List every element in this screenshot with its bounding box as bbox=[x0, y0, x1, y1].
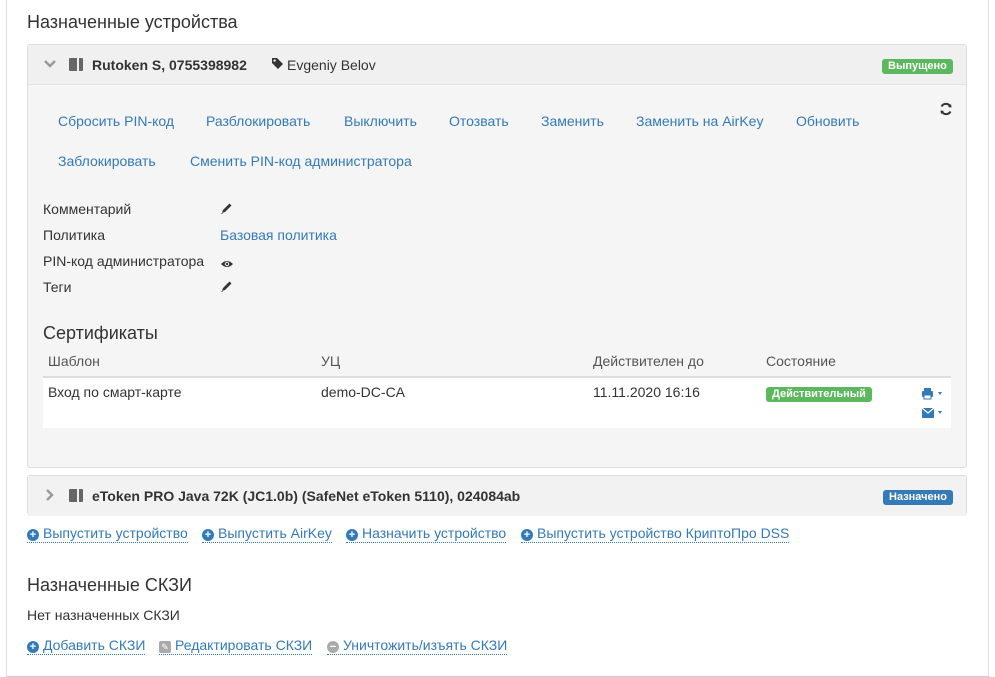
issue-device-label: Выпустить устройство bbox=[43, 525, 188, 541]
revoke-link[interactable]: Отозвать bbox=[449, 113, 509, 129]
destroy-skzi-label: Уничтожить/изъять СКЗИ bbox=[343, 637, 508, 653]
reset-pin-link[interactable]: Сбросить PIN-код bbox=[58, 113, 174, 129]
unblock-link[interactable]: Разблокировать bbox=[206, 113, 310, 129]
plus-icon: + bbox=[521, 529, 533, 541]
destroy-skzi-link[interactable]: − Уничтожить/изъять СКЗИ bbox=[327, 637, 508, 655]
tag-icon bbox=[271, 57, 284, 73]
envelope-icon[interactable] bbox=[921, 407, 947, 422]
update-link[interactable]: Обновить bbox=[796, 113, 859, 129]
column-header-state: Состояние bbox=[766, 353, 836, 369]
add-skzi-label: Добавить СКЗИ bbox=[43, 637, 146, 653]
plus-icon: + bbox=[346, 529, 358, 541]
minus-icon: − bbox=[327, 641, 339, 653]
device-icon bbox=[69, 58, 83, 71]
issue-airkey-link[interactable]: + Выпустить AirKey bbox=[202, 525, 332, 543]
assigned-skzi-title: Назначенные СКЗИ bbox=[27, 575, 192, 595]
device-name: Rutoken S, 0755398982 bbox=[92, 57, 247, 73]
change-admin-pin-link[interactable]: Сменить PIN-код администратора bbox=[190, 153, 412, 169]
device-owner: Evgeniy Belov bbox=[287, 57, 376, 73]
add-skzi-link[interactable]: + Добавить СКЗИ bbox=[27, 637, 146, 655]
plus-icon: + bbox=[27, 529, 39, 541]
certificates-title: Сертификаты bbox=[43, 323, 158, 343]
plus-icon: + bbox=[27, 641, 39, 653]
policy-link[interactable]: Базовая политика bbox=[220, 227, 337, 243]
plus-icon: + bbox=[202, 529, 214, 541]
issue-cryptopro-dss-label: Выпустить устройство КриптоПро DSS bbox=[537, 525, 790, 541]
cert-ca: demo-DC-CA bbox=[321, 384, 406, 400]
chevron-down-icon[interactable] bbox=[43, 57, 57, 74]
edit-skzi-label: Редактировать СКЗИ bbox=[175, 637, 313, 653]
edit-skzi-link[interactable]: ✎ Редактировать СКЗИ bbox=[159, 637, 313, 655]
cert-template: Вход по смарт-карте bbox=[48, 384, 182, 400]
assign-device-link[interactable]: + Назначить устройство bbox=[346, 525, 507, 543]
column-header-template: Шаблон bbox=[48, 353, 100, 369]
replace-link[interactable]: Заменить bbox=[541, 113, 604, 129]
device-panel-header[interactable]: eToken PRO Java 72K (JC1.0b) (SafeNet eT… bbox=[28, 476, 966, 516]
device-panel-etoken: eToken PRO Java 72K (JC1.0b) (SafeNet eT… bbox=[27, 475, 967, 516]
chevron-right-icon[interactable] bbox=[43, 488, 57, 505]
policy-label: Политика bbox=[43, 227, 105, 243]
pencil-icon[interactable] bbox=[220, 202, 233, 218]
table-row: Вход по смарт-карте demo-DC-CA 11.11.202… bbox=[43, 378, 951, 428]
issue-device-link[interactable]: + Выпустить устройство bbox=[27, 525, 188, 543]
assigned-devices-title: Назначенные устройства bbox=[27, 12, 238, 32]
status-badge: Назначено bbox=[883, 490, 954, 505]
disable-link[interactable]: Выключить bbox=[344, 113, 417, 129]
print-icon[interactable] bbox=[921, 387, 947, 403]
no-skzi-text: Нет назначенных СКЗИ bbox=[27, 607, 180, 623]
device-name: eToken PRO Java 72K (JC1.0b) (SafeNet eT… bbox=[92, 488, 521, 504]
cert-valid-until: 11.11.2020 16:16 bbox=[593, 384, 700, 400]
comment-label: Комментарий bbox=[43, 201, 132, 217]
device-panel-rutoken: Rutoken S, 0755398982 Evgeniy Belov Выпу… bbox=[27, 44, 967, 468]
admin-pin-label: PIN-код администратора bbox=[43, 253, 205, 269]
replace-airkey-link[interactable]: Заменить на AirKey bbox=[636, 113, 763, 129]
device-panel-header[interactable]: Rutoken S, 0755398982 Evgeniy Belov Выпу… bbox=[28, 45, 966, 85]
column-header-valid-until: Действителен до bbox=[593, 353, 704, 369]
cert-state-badge: Действительный bbox=[766, 387, 872, 402]
assign-device-label: Назначить устройство bbox=[362, 525, 507, 541]
tags-label: Теги bbox=[43, 279, 72, 295]
refresh-icon[interactable] bbox=[939, 102, 953, 121]
status-badge: Выпущено bbox=[882, 59, 953, 74]
column-header-ca: УЦ bbox=[321, 353, 341, 369]
eye-icon[interactable] bbox=[220, 256, 234, 272]
device-icon bbox=[69, 489, 83, 502]
block-link[interactable]: Заблокировать bbox=[58, 153, 156, 169]
issue-cryptopro-dss-link[interactable]: + Выпустить устройство КриптоПро DSS bbox=[521, 525, 790, 543]
pencil-icon[interactable] bbox=[220, 280, 233, 296]
issue-airkey-label: Выпустить AirKey bbox=[218, 525, 332, 541]
edit-icon: ✎ bbox=[159, 641, 171, 653]
